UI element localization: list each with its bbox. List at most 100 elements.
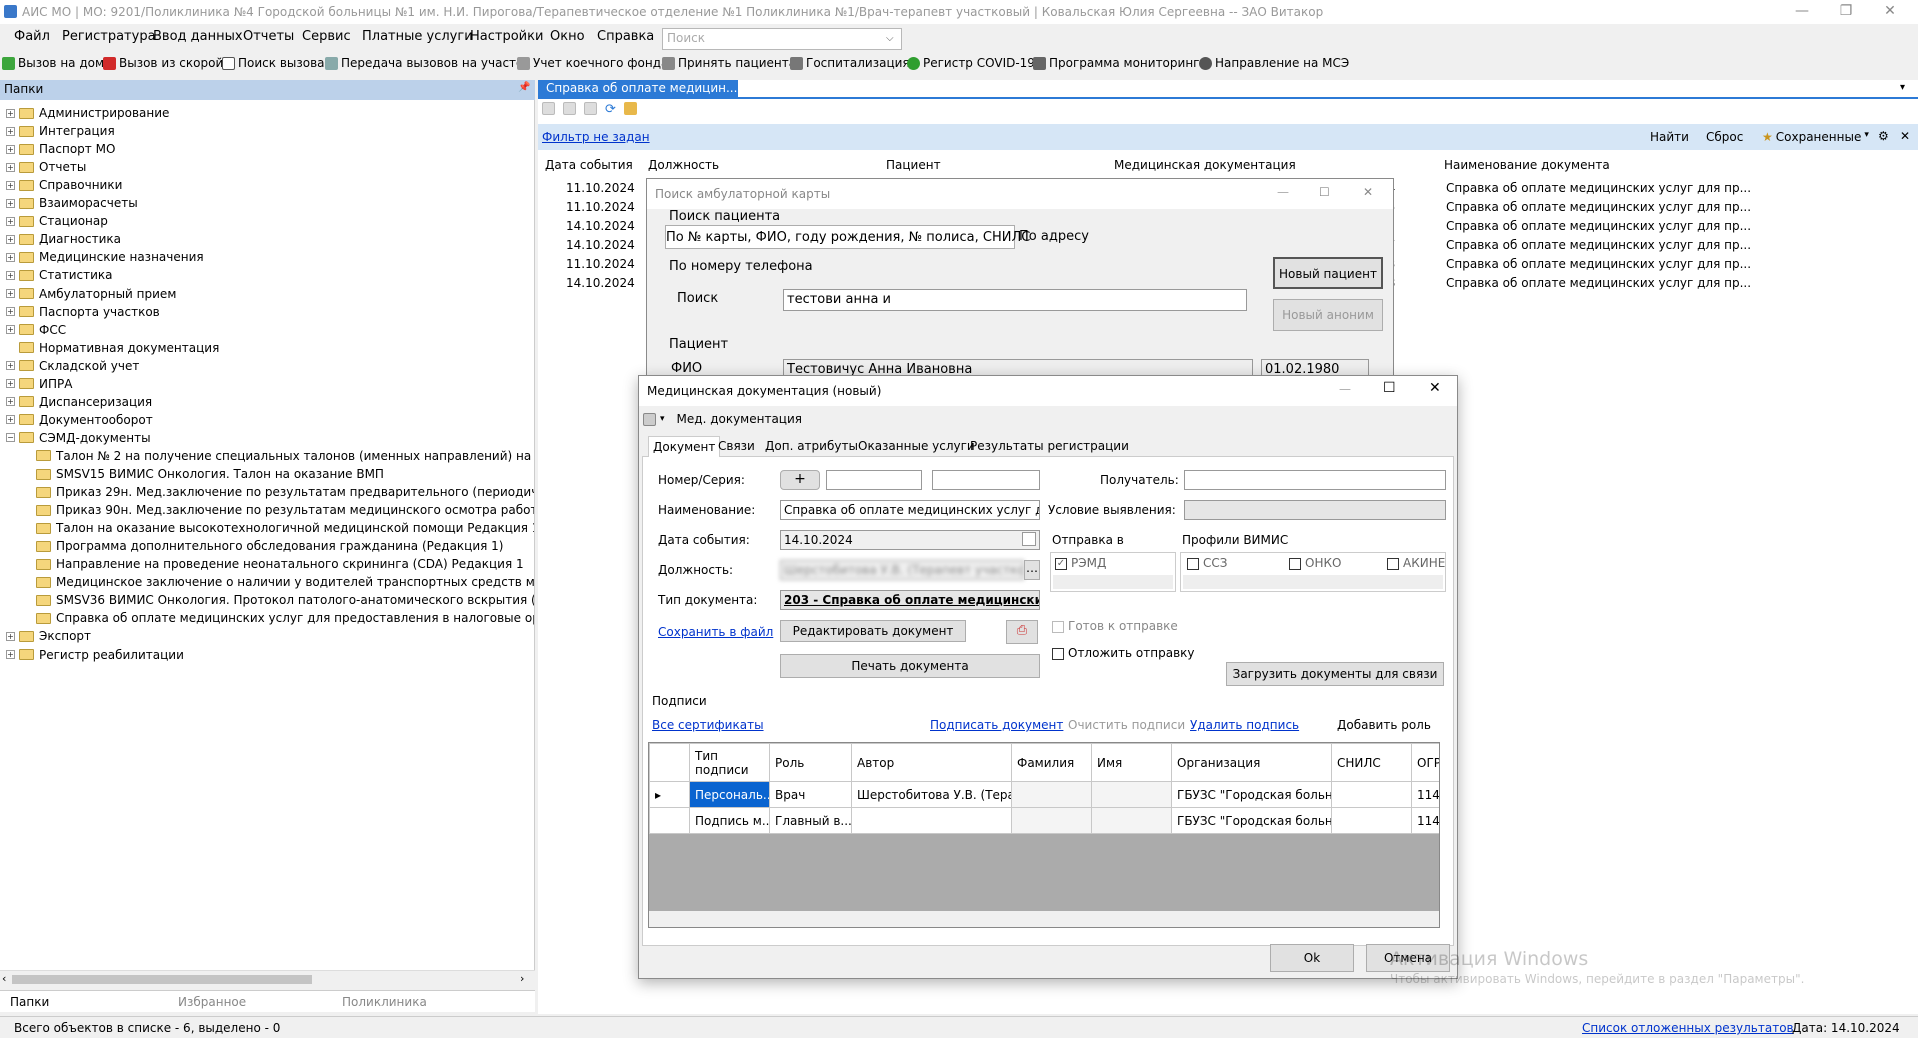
menu-help[interactable]: Справка [597,29,654,44]
covid-register-button[interactable]: Регистр COVID-19 [907,56,1035,70]
signature-cell[interactable]: ГБУЗС "Городская больн... [1171,807,1332,834]
recipient-input[interactable] [1184,470,1446,490]
ready-to-send-checkbox[interactable]: Готов к отправке [1052,619,1178,633]
grid-doc-name[interactable]: Справка об оплате медицинских услуг для … [1446,219,1751,233]
grid-date[interactable]: 11.10.2024 [566,181,635,195]
col-author[interactable]: Автор [851,743,1012,782]
expander-icon[interactable]: + [6,270,15,280]
scroll-left-icon[interactable]: ‹ [2,972,6,985]
tab-favorites[interactable]: Избранное [178,995,246,1009]
tab-links[interactable]: Связи [714,436,759,456]
signature-cell[interactable]: Подпись м... [689,807,770,834]
menu-reports[interactable]: Отчеты [243,29,294,44]
tab-registration-results[interactable]: Результаты регистрации [966,436,1133,456]
condition-input[interactable] [1184,500,1446,520]
expander-icon[interactable]: + [6,415,15,425]
minimize-icon[interactable]: — [1780,0,1824,24]
grid-doc-name[interactable]: Справка об оплате медицинских услуг для … [1446,181,1751,195]
amb-maximize-icon[interactable]: ☐ [1319,185,1330,199]
expander-icon[interactable]: + [6,198,15,208]
menu-file[interactable]: Файл [14,29,50,44]
tree-item[interactable]: + Взаиморасчеты [6,194,138,212]
signature-cell[interactable] [1011,807,1092,834]
grid-doc-name[interactable]: Справка об оплате медицинских услуг для … [1446,257,1751,271]
med-minimize-icon[interactable]: — [1339,382,1351,396]
doctype-input[interactable]: 203 - Справка об оплате медицинских у [780,590,1040,610]
tab-payment-certificate[interactable]: Справка об оплате медицин... ✕ [538,80,756,98]
col-sig-type[interactable]: Тип подписи [689,743,770,782]
tab-list-chevron-icon[interactable]: ▾ [1900,82,1905,93]
tree-item[interactable]: + Администрирование [6,104,169,122]
amb-minimize-icon[interactable]: — [1277,185,1289,199]
tab-search-by-card[interactable]: По № карты, ФИО, году рождения, № полиса… [665,225,1030,249]
pdf-icon[interactable]: ⎙ [1006,620,1038,644]
menu-data-input[interactable]: Ввод данных [153,29,243,44]
signatures-hscrollbar[interactable] [649,911,1439,927]
profiles-scrollbar[interactable] [1183,575,1443,589]
bed-fund-button[interactable]: Учет коечного фонда [517,56,668,70]
col-position[interactable]: Должность [648,158,719,172]
col-patient[interactable]: Пациент [886,158,941,172]
grid-doc-name[interactable]: Справка об оплате медицинских услуг для … [1446,276,1751,290]
expander-icon[interactable]: + [6,325,15,335]
signature-cell[interactable]: 1149... [1411,807,1439,834]
signature-row[interactable]: Подпись м... Главный в... ГБУЗС "Городская… [649,807,1439,834]
pin-icon[interactable]: 📌 [518,82,530,93]
deferred-results-link[interactable]: Список отложенных результатов [1582,1021,1794,1035]
expander-icon[interactable]: + [6,379,15,389]
event-date-input[interactable]: 14.10.2024 [780,530,1040,550]
settings-icon[interactable]: ⚙ [1878,129,1889,143]
load-linked-docs-button[interactable]: Загрузить документы для связи [1226,662,1444,686]
tree-item[interactable]: + Диспансеризация [6,393,152,411]
search-input[interactable]: Поиск [662,28,902,50]
tree-item[interactable]: − СЭМД-документы [6,429,151,447]
expander-icon[interactable]: + [6,126,15,136]
expander-icon[interactable]: + [6,289,15,298]
add-role-button[interactable]: Добавить роль [1337,718,1431,732]
chevron-down-icon[interactable]: ⌵ [886,33,894,44]
tree-item[interactable]: Приказ 29н. Мед.заключение по результата… [36,483,534,501]
tab-services[interactable]: Оказанные услуги [854,436,979,456]
menu-settings[interactable]: Настройки [470,29,543,44]
tree-item[interactable]: SMSV15 ВИМИС Онкология. Талон на оказани… [36,465,384,483]
filter-link[interactable]: Фильтр не задан [542,130,650,144]
close-tab-icon[interactable]: ✕ [745,81,755,95]
saved-filters-button[interactable]: ★ Сохраненные ▾ [1762,130,1869,144]
grid-date[interactable]: 11.10.2024 [566,200,635,214]
signature-cell[interactable] [1091,781,1172,808]
close-icon[interactable]: ✕ [1868,0,1912,24]
expander-icon[interactable]: + [6,180,15,190]
tree-item[interactable]: + Документооборот [6,411,153,429]
signature-cell[interactable] [1331,781,1412,808]
tab-document[interactable]: Документ [648,436,721,457]
amb-close-icon[interactable]: ✕ [1363,185,1373,199]
signature-cell[interactable]: ГБУЗС "Городская больн... [1171,781,1332,808]
tree-item[interactable]: + Медицинские назначения [6,248,204,266]
find-button[interactable]: Найти [1650,130,1689,144]
expander-icon[interactable]: + [6,650,15,659]
save-menu-icon[interactable] [643,412,656,426]
scroll-right-icon[interactable]: › [520,972,524,985]
tree-item[interactable]: + Регистр реабилитации [6,646,184,664]
tree-item[interactable]: Талон на оказание высокотехнологичной ме… [36,519,534,537]
grid-date[interactable]: 14.10.2024 [566,276,635,290]
grid-date[interactable]: 11.10.2024 [566,257,635,271]
print-document-button[interactable]: Печать документа [780,654,1040,678]
mse-referral-button[interactable]: Направление на МСЭ [1199,56,1349,70]
find-call-button[interactable]: Поиск вызова [222,56,325,70]
name-input[interactable]: Справка об оплате медицинских услуг для … [780,500,1040,520]
expander-icon[interactable]: + [6,234,15,244]
expander-icon[interactable]: + [6,307,15,317]
ambulance-call-button[interactable]: Вызов из скорой [103,56,223,70]
copy-doc-icon[interactable] [563,102,576,115]
menu-registry[interactable]: Регистратура [62,29,156,44]
signature-cell[interactable]: Шерстобитова У.В. (Терап... [851,781,1012,808]
grid-doc-name[interactable]: Справка об оплате медицинских услуг для … [1446,238,1751,252]
edit-document-button[interactable]: Редактировать документ [780,620,966,642]
signature-cell[interactable]: Главный в... [769,807,852,834]
folder-up-icon[interactable] [623,102,637,115]
tree-item[interactable]: Направление на проведение неонатального … [36,555,524,573]
tree-item[interactable]: Нормативная документация [6,339,219,357]
tree-item[interactable]: + Стационар [6,212,108,230]
tree-item[interactable]: + Диагностика [6,230,121,248]
